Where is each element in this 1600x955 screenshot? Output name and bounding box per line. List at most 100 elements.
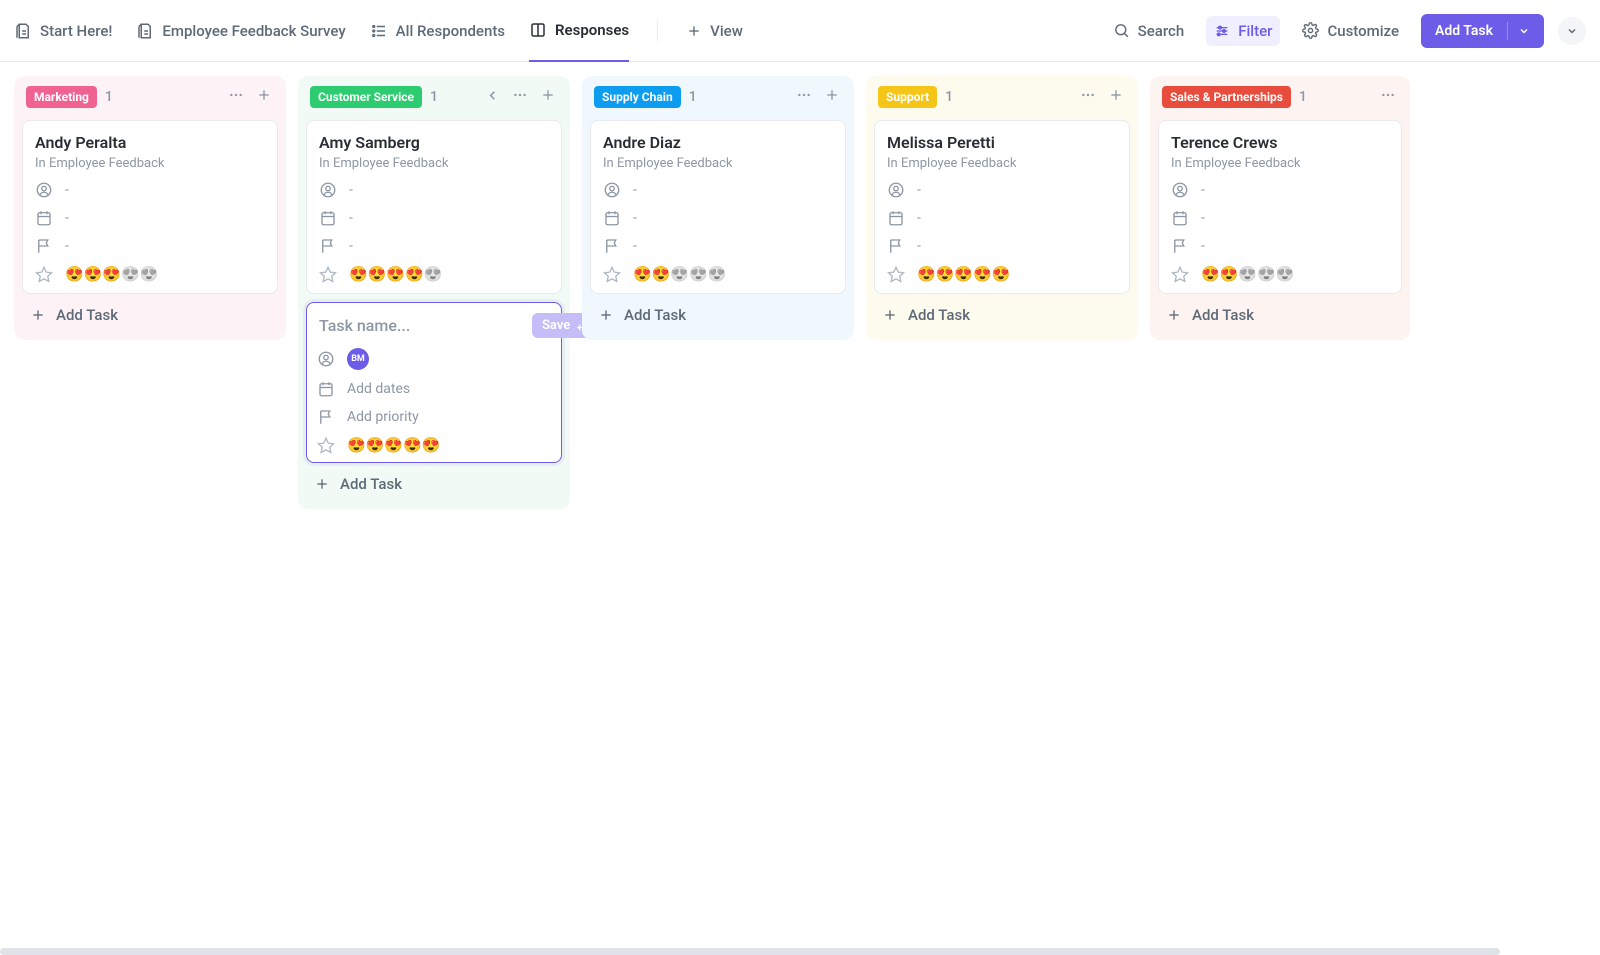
rating-faces: 😍😍😍😍😍 — [347, 436, 440, 454]
board[interactable]: Marketing 1 Andy Peralta In Employee Fee… — [0, 62, 1600, 955]
board-column: Customer Service 1 Amy Samberg In Employ… — [298, 76, 570, 509]
status-pill[interactable]: Support — [878, 86, 937, 108]
rating-row[interactable]: 😍😍😍😍😍 — [319, 265, 549, 283]
gear-icon — [1302, 22, 1319, 39]
add-task-label: Add Task — [908, 306, 970, 324]
card-title: Amy Samberg — [319, 133, 549, 152]
rating-faces: 😍😍😍😍😍 — [1201, 265, 1294, 283]
assignee-row[interactable]: - — [319, 181, 549, 199]
tab-all-respondents[interactable]: All Respondents — [370, 0, 505, 62]
column-menu[interactable] — [510, 85, 530, 109]
card-title: Melissa Peretti — [887, 133, 1117, 152]
chevron-down-icon[interactable] — [1518, 25, 1530, 37]
priority-row[interactable]: - — [35, 237, 265, 255]
date-row[interactable]: - — [35, 209, 265, 227]
filter-button[interactable]: Filter — [1206, 16, 1280, 46]
task-card[interactable]: Andy Peralta In Employee Feedback - - - … — [22, 120, 278, 294]
star-icon — [319, 265, 337, 283]
task-card[interactable]: Melissa Peretti In Employee Feedback - -… — [874, 120, 1130, 294]
task-card[interactable]: Amy Samberg In Employee Feedback - - - 😍… — [306, 120, 562, 294]
more-menu[interactable] — [1558, 17, 1586, 45]
add-task-button[interactable]: Add Task — [1421, 14, 1544, 48]
assignee-row[interactable]: - — [1171, 181, 1389, 199]
customize-label: Customize — [1327, 22, 1399, 40]
add-dates-label: Add dates — [347, 381, 410, 397]
rating-row[interactable]: 😍😍😍😍😍 — [35, 265, 265, 283]
column-menu[interactable] — [226, 85, 246, 109]
rating-row[interactable]: 😍😍😍😍😍 — [1171, 265, 1389, 283]
column-count: 1 — [689, 89, 697, 105]
meta-empty: - — [65, 182, 69, 198]
assignee-row[interactable]: - — [887, 181, 1117, 199]
column-menu[interactable] — [794, 85, 814, 109]
priority-row[interactable]: - — [1171, 237, 1389, 255]
customize-button[interactable]: Customize — [1294, 16, 1407, 46]
board-icon — [529, 21, 547, 39]
person-icon — [887, 181, 905, 199]
task-card[interactable]: Terence Crews In Employee Feedback - - -… — [1158, 120, 1402, 294]
card-subtitle: In Employee Feedback — [1171, 156, 1389, 171]
column-add[interactable] — [1106, 85, 1126, 109]
tab-feedback-survey[interactable]: Employee Feedback Survey — [136, 0, 345, 62]
assignee-row[interactable]: BM — [317, 348, 551, 370]
status-pill[interactable]: Sales & Partnerships — [1162, 86, 1291, 108]
column-add[interactable] — [538, 85, 558, 109]
add-task-link[interactable]: Add Task — [590, 294, 846, 332]
date-row[interactable]: - — [887, 209, 1117, 227]
add-view-label: View — [710, 22, 743, 40]
column-menu[interactable] — [1378, 85, 1398, 109]
meta-empty: - — [349, 182, 353, 198]
assignee-avatar[interactable]: BM — [347, 348, 369, 370]
add-task-link[interactable]: Add Task — [874, 294, 1130, 332]
save-label: Save — [542, 318, 570, 333]
tab-responses[interactable]: Responses — [529, 0, 629, 62]
plus-icon — [314, 476, 330, 492]
plus-icon — [882, 307, 898, 323]
task-card[interactable]: Andre Diaz In Employee Feedback - - - 😍😍… — [590, 120, 846, 294]
status-pill[interactable]: Supply Chain — [594, 86, 681, 108]
tab-label: Start Here! — [40, 22, 112, 40]
column-count: 1 — [945, 89, 953, 105]
column-add[interactable] — [254, 85, 274, 109]
column-menu[interactable] — [1078, 85, 1098, 109]
board-column: Supply Chain 1 Andre Diaz In Employee Fe… — [582, 76, 854, 340]
assignee-row[interactable]: - — [35, 181, 265, 199]
rating-row[interactable]: 😍😍😍😍😍 — [317, 436, 551, 454]
meta-empty: - — [633, 182, 637, 198]
task-name-input[interactable] — [317, 315, 524, 336]
date-row[interactable]: - — [1171, 209, 1389, 227]
priority-row[interactable]: - — [319, 237, 549, 255]
plus-icon — [686, 23, 702, 39]
priority-row[interactable]: Add priority — [317, 408, 551, 426]
meta-empty: - — [65, 238, 69, 254]
status-pill[interactable]: Marketing — [26, 86, 97, 108]
rating-row[interactable]: 😍😍😍😍😍 — [887, 265, 1117, 283]
column-add[interactable] — [822, 85, 842, 109]
meta-empty: - — [917, 182, 921, 198]
add-task-link[interactable]: Add Task — [306, 463, 562, 501]
horizontal-scrollbar[interactable] — [0, 948, 1500, 955]
column-header: Support 1 — [874, 84, 1130, 116]
collapse-icon[interactable] — [483, 86, 502, 109]
priority-row[interactable]: - — [603, 237, 833, 255]
date-row[interactable]: - — [319, 209, 549, 227]
person-icon — [317, 350, 335, 368]
person-icon — [319, 181, 337, 199]
assignee-row[interactable]: - — [603, 181, 833, 199]
add-task-link[interactable]: Add Task — [1158, 294, 1402, 332]
flag-icon — [1171, 237, 1189, 255]
search-button[interactable]: Search — [1105, 16, 1193, 46]
new-task-card[interactable]: Save BM Add dates Add priority 😍😍😍😍😍 — [306, 302, 562, 463]
rating-row[interactable]: 😍😍😍😍😍 — [603, 265, 833, 283]
status-pill[interactable]: Customer Service — [310, 86, 422, 108]
topbar: Start Here! Employee Feedback Survey — [0, 0, 1600, 62]
date-row[interactable]: - — [603, 209, 833, 227]
add-view[interactable]: View — [686, 0, 743, 62]
add-task-link[interactable]: Add Task — [22, 294, 278, 332]
card-title: Terence Crews — [1171, 133, 1389, 152]
date-row[interactable]: Add dates — [317, 380, 551, 398]
meta-empty: - — [1201, 238, 1205, 254]
tab-start-here[interactable]: Start Here! — [14, 0, 112, 62]
meta-empty: - — [1201, 182, 1205, 198]
priority-row[interactable]: - — [887, 237, 1117, 255]
